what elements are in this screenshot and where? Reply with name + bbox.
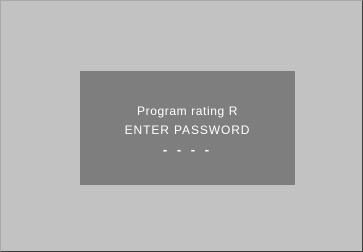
tv-screen: Program rating R ENTER PASSWORD - - - -	[0, 0, 363, 252]
password-input[interactable]: - - - -	[80, 143, 295, 157]
program-rating-label: Program rating R	[137, 104, 238, 118]
parental-lock-dialog: Program rating R ENTER PASSWORD - - - -	[80, 71, 295, 185]
enter-password-label: ENTER PASSWORD	[124, 123, 251, 137]
